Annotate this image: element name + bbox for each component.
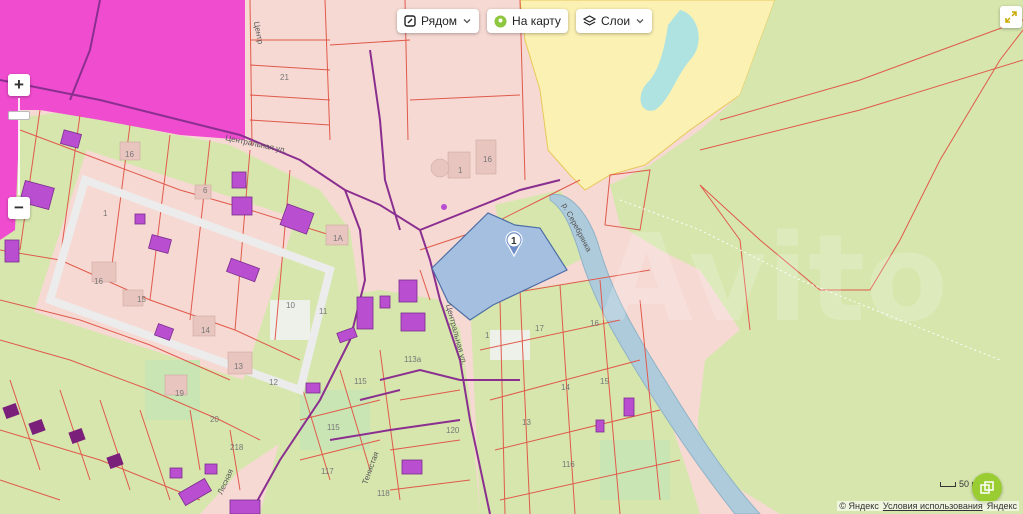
lot-number: 1 [103, 209, 108, 218]
layers-stack-icon [980, 481, 994, 494]
lot-number: 14 [201, 326, 210, 335]
lot-number: 16 [483, 155, 492, 164]
layers-fab-button[interactable] [972, 473, 1002, 503]
lot-number: 113а [404, 355, 422, 364]
on-map-button[interactable]: На карту [487, 9, 568, 33]
lot-number: 16 [590, 319, 599, 328]
lot-number: 10 [286, 301, 295, 310]
layers-button[interactable]: Слои [575, 9, 653, 33]
brand-text: Яндекс [986, 501, 1017, 511]
map-pin-icon [494, 15, 507, 27]
lot-number: 16 [94, 277, 103, 286]
lot-pale-2 [300, 390, 370, 450]
scale-line [940, 481, 956, 487]
lot-number: 21 [280, 73, 289, 82]
lot-number: 117 [321, 467, 334, 476]
chevron-down-icon [636, 19, 644, 24]
chevron-down-icon [463, 19, 471, 24]
zoom-out-button[interactable]: − [8, 197, 30, 219]
attribution: © Яндекс Условия использования Яндекс [837, 501, 1019, 511]
layers-label: Слои [600, 14, 631, 28]
lot-number: 11 [319, 307, 328, 316]
lot-number: 1А [333, 234, 343, 243]
lot-number: 19 [175, 389, 184, 398]
lot-number: 1 [485, 331, 490, 340]
lot-number: 115 [354, 377, 367, 386]
fullscreen-button[interactable] [1000, 6, 1022, 28]
expand-icon [1005, 11, 1017, 23]
nearby-button[interactable]: Рядом [397, 9, 480, 33]
lot-number: 15 [600, 377, 609, 386]
lot-number: 20 [210, 415, 219, 424]
lot-number: 6 [203, 186, 208, 195]
zoom-slider-thumb[interactable] [8, 111, 30, 120]
small-marker [441, 204, 447, 210]
lot-number: 118 [377, 489, 390, 498]
lot-number: 14 [561, 383, 570, 392]
zoom-in-button[interactable]: + [8, 74, 30, 96]
lot-number: 1 [458, 166, 463, 175]
lot-number: 13 [234, 362, 243, 371]
nearby-icon [404, 15, 416, 27]
copyright-text: © Яндекс [839, 501, 879, 511]
terms-link[interactable]: Условия использования [883, 501, 983, 511]
lot-number: 16 [125, 150, 134, 159]
lot-number: 13 [522, 418, 531, 427]
marker-number: 1 [511, 236, 517, 247]
watermark: Avito [600, 210, 948, 349]
lot-number: 120 [446, 426, 460, 435]
map-toolbar: Рядом На карту Слои [397, 9, 653, 33]
nearby-label: Рядом [421, 14, 458, 28]
small-building [430, 158, 450, 178]
on-map-label: На карту [512, 14, 561, 28]
lot-pale-5 [490, 330, 530, 360]
lot-number: 116 [562, 460, 575, 469]
lot-number: 218 [230, 443, 244, 452]
lot-number: 115 [327, 423, 340, 432]
layers-icon [582, 15, 596, 26]
lot-number: 12 [269, 378, 278, 387]
lot-number: 17 [535, 324, 544, 333]
map-canvas[interactable]: Центральная ул. Центральная ул. р. Сереб… [0, 0, 1023, 514]
lot-number: 15 [137, 295, 146, 304]
